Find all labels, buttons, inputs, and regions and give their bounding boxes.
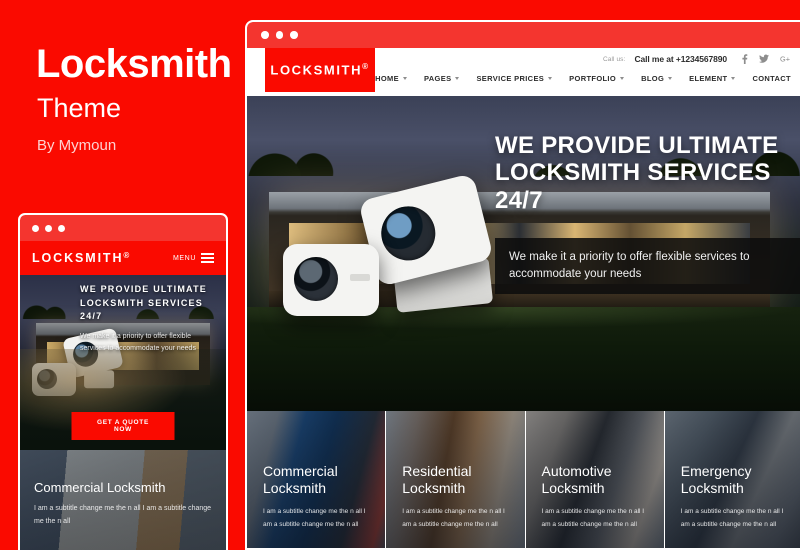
twitter-icon[interactable]	[759, 54, 769, 64]
nav-label: PORTFOLIO	[569, 74, 617, 83]
service-card-subtitle: I am a subtitle change me the n all I am…	[680, 507, 784, 528]
window-dot-minimize-icon[interactable]	[275, 31, 283, 39]
social-links: G+	[741, 54, 791, 64]
site-header: LOCKSMITH® Call us: Call me at +12345678…	[247, 48, 800, 96]
service-card-title: Commercial Locksmith	[263, 463, 338, 496]
mobile-site-header: LOCKSMITH® MENU	[20, 241, 226, 275]
site-logo-mark: ®	[362, 62, 370, 72]
promo-author: By Mymoun	[37, 137, 117, 154]
service-card[interactable]: Commercial Locksmith I am a subtitle cha…	[247, 411, 387, 548]
nav-label: SERVICE PRICES	[476, 74, 545, 83]
hamburger-icon	[201, 253, 214, 263]
window-dot-close-icon[interactable]	[261, 31, 269, 39]
nav-item-blog[interactable]: BLOG	[641, 74, 673, 83]
mobile-camera-front-image	[32, 363, 76, 396]
googleplus-icon[interactable]: G+	[780, 54, 791, 64]
service-card-subtitle: I am a subtitle change me the n all I am…	[402, 507, 505, 528]
nav-label: HOME	[375, 74, 399, 83]
service-card-title: Automotive Locksmith	[541, 463, 612, 496]
mobile-hero-paragraph: We make it a priority to offer flexible …	[80, 332, 196, 352]
service-card-content: Commercial Locksmith I am a subtitle cha…	[263, 463, 373, 531]
hero-section: WE PROVIDE ULTIMATE LOCKSMITH SERVICES 2…	[247, 96, 800, 411]
mobile-logo-text: LOCKSMITH	[32, 251, 124, 265]
site-logo[interactable]: LOCKSMITH®	[265, 48, 375, 92]
service-card-title: Emergency Locksmith	[680, 463, 752, 496]
nav-item-pages[interactable]: PAGES	[424, 74, 460, 83]
facebook-icon[interactable]	[741, 54, 748, 64]
mobile-hero: WE PROVIDE ULTIMATE LOCKSMITH SERVICES 2…	[20, 275, 226, 450]
service-cards: Commercial Locksmith I am a subtitle cha…	[247, 411, 800, 548]
mobile-titlebar	[20, 215, 226, 241]
window-dot-maximize-icon[interactable]	[58, 224, 65, 232]
mobile-menu-label: MENU	[172, 254, 196, 262]
chevron-down-icon	[548, 77, 553, 80]
mobile-service-card-subtitle: I am a subtitle change me the n all I am…	[34, 504, 212, 525]
service-card[interactable]: Residential Locksmith I am a subtitle ch…	[386, 411, 526, 548]
site-logo-word: LOCKSMITH	[270, 62, 363, 78]
service-card-subtitle: I am a subtitle change me the n all I am…	[263, 507, 366, 528]
service-card-content: Automotive Locksmith I am a subtitle cha…	[542, 463, 652, 531]
window-dot-close-icon[interactable]	[32, 224, 39, 232]
mobile-get-a-quote-button[interactable]: GET A QUOTE NOW	[71, 412, 175, 440]
chevron-down-icon	[455, 77, 460, 80]
security-camera-front-image	[283, 244, 379, 316]
mobile-service-card[interactable]: Commercial Locksmith I am a subtitle cha…	[20, 450, 226, 550]
hero-paragraph-box: We make it a priority to offer flexible …	[495, 238, 800, 295]
desktop-browser-mockup: LOCKSMITH® Call us: Call me at +12345678…	[245, 20, 800, 550]
mobile-service-card-title: Commercial Locksmith	[34, 480, 166, 495]
main-navigation: HOME PAGES SERVICE PRICES PORTFOLIO BLOG…	[375, 74, 791, 83]
nav-item-service-prices[interactable]: SERVICE PRICES	[476, 74, 553, 83]
nav-label: ELEMENT	[689, 74, 728, 83]
chevron-down-icon	[620, 77, 625, 80]
site-logo-text: LOCKSMITH®	[270, 62, 369, 77]
hero-copy: WE PROVIDE ULTIMATE LOCKSMITH SERVICES 2…	[495, 132, 800, 295]
nav-item-home[interactable]: HOME	[375, 74, 407, 83]
nav-item-element[interactable]: ELEMENT	[689, 74, 736, 83]
mobile-viewport: LOCKSMITH® MENU WE PROVIDE ULTIMATE LOCK…	[20, 241, 226, 550]
mobile-service-card-content: Commercial Locksmith I am a subtitle cha…	[34, 480, 214, 528]
service-card[interactable]: Automotive Locksmith I am a subtitle cha…	[525, 411, 665, 548]
service-card-subtitle: I am a subtitle change me the n all I am…	[541, 507, 645, 528]
nav-label: PAGES	[424, 74, 452, 83]
hero-heading: WE PROVIDE ULTIMATE LOCKSMITH SERVICES 2…	[495, 132, 779, 214]
browser-titlebar	[247, 22, 800, 48]
mobile-logo[interactable]: LOCKSMITH®	[32, 251, 131, 265]
window-dot-maximize-icon[interactable]	[290, 31, 298, 39]
mobile-logo-mark: ®	[123, 251, 132, 260]
promo-subtitle: Theme	[37, 93, 122, 123]
mobile-hero-copy: WE PROVIDE ULTIMATE LOCKSMITH SERVICES 2…	[80, 283, 218, 355]
top-utility-bar: Call us: Call me at +1234567890 G+	[603, 54, 791, 64]
service-card[interactable]: Emergency Locksmith I am a subtitle chan…	[664, 411, 800, 548]
lawn-image	[247, 307, 800, 411]
hero-paragraph: We make it a priority to offer flexible …	[509, 251, 750, 280]
mobile-hero-heading: WE PROVIDE ULTIMATE LOCKSMITH SERVICES 2…	[80, 284, 207, 321]
call-us-number[interactable]: Call me at +1234567890	[634, 54, 727, 64]
chevron-down-icon	[403, 77, 407, 80]
call-us-label: Call us:	[602, 55, 626, 63]
chevron-down-icon	[731, 77, 736, 80]
service-card-title: Residential Locksmith	[402, 463, 472, 496]
website-viewport: LOCKSMITH® Call us: Call me at +12345678…	[247, 48, 800, 548]
service-card-content: Emergency Locksmith I am a subtitle chan…	[681, 463, 791, 531]
nav-item-contact[interactable]: CONTACT	[752, 74, 791, 83]
chevron-down-icon	[668, 77, 673, 80]
nav-item-portfolio[interactable]: PORTFOLIO	[569, 74, 625, 83]
nav-label: CONTACT	[752, 74, 791, 83]
nav-label: BLOG	[641, 74, 665, 83]
service-card-content: Residential Locksmith I am a subtitle ch…	[402, 463, 512, 531]
mobile-menu-button[interactable]: MENU	[173, 253, 214, 263]
window-dot-minimize-icon[interactable]	[45, 224, 52, 232]
svg-text:G+: G+	[780, 55, 790, 64]
promo-title: Locksmith	[36, 42, 232, 86]
mobile-mockup: LOCKSMITH® MENU WE PROVIDE ULTIMATE LOCK…	[18, 213, 228, 550]
